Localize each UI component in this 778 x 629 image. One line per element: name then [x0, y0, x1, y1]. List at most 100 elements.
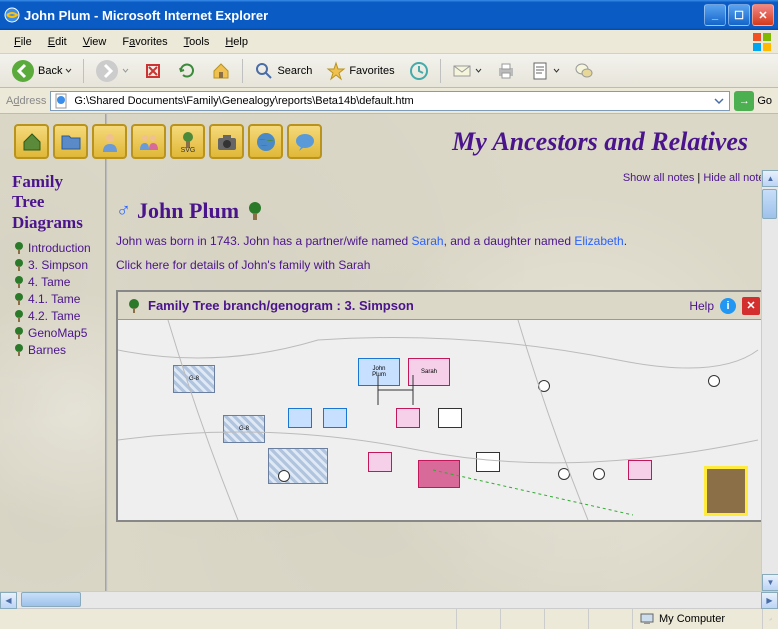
geno-circle[interactable] [278, 470, 290, 482]
edit-button[interactable] [525, 58, 565, 84]
app-person-button[interactable] [92, 124, 127, 159]
page-content: SVG My Ancestors and Relatives Family Tr… [0, 114, 778, 608]
sidebar-item-tame-42[interactable]: 4.2. Tame [12, 309, 97, 323]
geno-node[interactable] [323, 408, 347, 428]
show-notes-link[interactable]: Show all notes [623, 172, 695, 184]
sidebar: Family Tree Diagrams Introduction 3. Sim… [0, 114, 105, 608]
male-icon: ♂ [116, 200, 131, 223]
chat-icon [293, 130, 317, 154]
close-button[interactable]: ✕ [752, 4, 774, 26]
stop-button[interactable] [138, 58, 168, 84]
tree-icon [12, 275, 26, 289]
resize-grip[interactable] [762, 609, 778, 629]
forward-button[interactable] [90, 56, 134, 86]
horizontal-scrollbar[interactable]: ◀ ▶ [0, 591, 778, 608]
menu-edit[interactable]: Edit [40, 34, 75, 50]
sidebar-item-tame[interactable]: 4. Tame [12, 275, 97, 289]
menu-view[interactable]: View [75, 34, 115, 50]
geno-node[interactable] [368, 452, 392, 472]
sidebar-item-tame-41[interactable]: 4.1. Tame [12, 292, 97, 306]
geno-node[interactable]: JohnPlum [358, 358, 400, 386]
geno-node[interactable] [438, 408, 462, 428]
geno-node[interactable] [268, 448, 328, 484]
app-chat-button[interactable] [287, 124, 322, 159]
forward-icon [95, 59, 119, 83]
maximize-button[interactable]: ☐ [728, 4, 750, 26]
hide-notes-link[interactable]: Hide all notes [703, 172, 770, 184]
menu-help[interactable]: Help [217, 34, 256, 50]
app-people-button[interactable] [131, 124, 166, 159]
app-home-button[interactable] [14, 124, 49, 159]
genogram-canvas[interactable]: G-8 G-8 JohnPlum Sarah [118, 320, 768, 520]
app-svg-button[interactable]: SVG [170, 124, 205, 159]
ie-icon [4, 7, 20, 23]
app-camera-button[interactable] [209, 124, 244, 159]
tree-icon [12, 292, 26, 306]
browser-toolbar: Back Search Favorites [0, 54, 778, 88]
menu-tools[interactable]: Tools [176, 34, 218, 50]
geno-node[interactable] [476, 452, 500, 472]
menu-file[interactable]: File [6, 34, 40, 50]
geno-node[interactable] [418, 460, 460, 488]
tree-icon [12, 241, 26, 255]
vertical-scrollbar[interactable]: ▲ ▼ [761, 170, 778, 591]
windows-logo-icon [752, 32, 772, 52]
link-sarah[interactable]: Sarah [412, 234, 444, 248]
family-details-link[interactable]: Click here for details of John's family … [116, 258, 770, 272]
history-icon [409, 61, 429, 81]
geno-node[interactable]: G-8 [223, 415, 265, 443]
people-icon [137, 130, 161, 154]
url-field[interactable] [74, 95, 708, 107]
mail-button[interactable] [447, 58, 487, 84]
search-button[interactable]: Search [249, 58, 317, 84]
geno-node[interactable] [396, 408, 420, 428]
scroll-thumb[interactable] [21, 592, 81, 607]
sidebar-item-genomap5[interactable]: GenoMap5 [12, 326, 97, 340]
scroll-down-button[interactable]: ▼ [762, 574, 778, 591]
go-button[interactable]: → Go [734, 91, 772, 111]
photo-frame[interactable] [704, 466, 748, 516]
sidebar-heading: Family Tree Diagrams [12, 172, 97, 233]
address-input[interactable] [50, 91, 730, 111]
geno-node[interactable]: G-8 [173, 365, 215, 393]
geno-circle[interactable] [708, 375, 720, 387]
app-folder-button[interactable] [53, 124, 88, 159]
history-button[interactable] [404, 58, 434, 84]
discuss-button[interactable] [569, 58, 599, 84]
scroll-thumb[interactable] [762, 189, 777, 219]
menubar: File Edit View Favorites Tools Help [0, 30, 778, 54]
genogram-help-link[interactable]: Help [689, 299, 714, 313]
chevron-down-icon[interactable] [712, 94, 726, 108]
info-icon[interactable]: i [720, 298, 736, 314]
mail-icon [452, 61, 472, 81]
go-icon: → [734, 91, 754, 111]
window-titlebar: John Plum - Microsoft Internet Explorer … [0, 0, 778, 30]
stop-icon [143, 61, 163, 81]
geno-node[interactable]: Sarah [408, 358, 450, 386]
chevron-down-icon [122, 67, 129, 74]
favorites-button[interactable]: Favorites [321, 58, 399, 84]
scroll-up-button[interactable]: ▲ [762, 170, 778, 187]
status-zone: My Computer [632, 609, 762, 629]
scroll-right-button[interactable]: ▶ [761, 592, 778, 609]
sidebar-item-barnes[interactable]: Barnes [12, 343, 97, 357]
home-button[interactable] [206, 58, 236, 84]
camera-icon [215, 130, 239, 154]
print-button[interactable] [491, 58, 521, 84]
close-panel-button[interactable]: ✕ [742, 297, 760, 315]
scroll-left-button[interactable]: ◀ [0, 592, 17, 609]
sidebar-item-introduction[interactable]: Introduction [12, 241, 97, 255]
menu-favorites[interactable]: Favorites [114, 34, 175, 50]
link-elizabeth[interactable]: Elizabeth [574, 234, 623, 248]
geno-circle[interactable] [538, 380, 550, 392]
geno-circle[interactable] [558, 468, 570, 480]
geno-node[interactable] [628, 460, 652, 480]
app-globe-button[interactable] [248, 124, 283, 159]
minimize-button[interactable]: _ [704, 4, 726, 26]
geno-circle[interactable] [593, 468, 605, 480]
status-cell [500, 609, 544, 629]
sidebar-item-simpson[interactable]: 3. Simpson [12, 258, 97, 272]
back-button[interactable]: Back [6, 56, 77, 86]
refresh-button[interactable] [172, 58, 202, 84]
geno-node[interactable] [288, 408, 312, 428]
